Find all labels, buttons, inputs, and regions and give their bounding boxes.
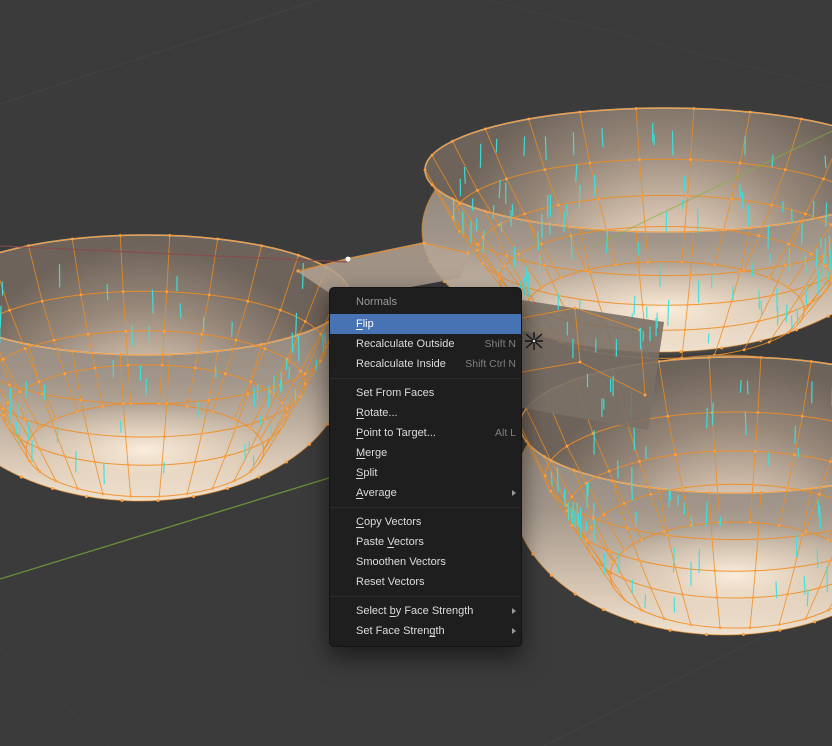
- menu-item-merge[interactable]: Merge: [330, 443, 521, 463]
- menu-item-shortcut: Alt L: [495, 427, 516, 439]
- menu-item-label: Point to Target...: [356, 427, 487, 439]
- submenu-arrow-icon: [512, 608, 516, 614]
- menu-item-split[interactable]: Split: [330, 463, 521, 483]
- menu-separator: [330, 378, 521, 379]
- menu-item-point-to-target[interactable]: Point to Target... Alt L: [330, 423, 521, 443]
- menu-item-label: Average: [356, 487, 504, 499]
- menu-item-recalculate-outside[interactable]: Recalculate Outside Shift N: [330, 334, 521, 354]
- menu-item-average[interactable]: Average: [330, 483, 521, 503]
- menu-item-reset-vectors[interactable]: Reset Vectors: [330, 572, 521, 592]
- menu-item-label: Set Face Strength: [356, 625, 504, 637]
- menu-item-rotate[interactable]: Rotate...: [330, 403, 521, 423]
- menu-item-recalculate-inside[interactable]: Recalculate Inside Shift Ctrl N: [330, 354, 521, 374]
- menu-item-label: Copy Vectors: [356, 516, 516, 528]
- menu-item-label: Recalculate Inside: [356, 358, 457, 370]
- submenu-arrow-icon: [512, 628, 516, 634]
- menu-item-paste-vectors[interactable]: Paste Vectors: [330, 532, 521, 552]
- menu-item-label: Select by Face Strength: [356, 605, 504, 617]
- menu-item-label: Flip: [356, 318, 516, 330]
- active-vertex: [346, 257, 351, 262]
- menu-item-flip[interactable]: Flip: [330, 314, 521, 334]
- pivot-marker: [525, 332, 543, 350]
- mesh-bowl: [0, 234, 351, 502]
- menu-item-smoothen-vectors[interactable]: Smoothen Vectors: [330, 552, 521, 572]
- menu-item-list: FlipRecalculate OutsideShift NRecalculat…: [330, 314, 521, 641]
- menu-item-label: Smoothen Vectors: [356, 556, 516, 568]
- 3d-viewport[interactable]: Normals FlipRecalculate OutsideShift NRe…: [0, 0, 832, 746]
- menu-item-select-by-face-strength[interactable]: Select by Face Strength: [330, 601, 521, 621]
- menu-item-label: Set From Faces: [356, 387, 516, 399]
- menu-separator: [330, 596, 521, 597]
- menu-item-label: Reset Vectors: [356, 576, 516, 588]
- menu-item-copy-vectors[interactable]: Copy Vectors: [330, 512, 521, 532]
- menu-item-label: Paste Vectors: [356, 536, 516, 548]
- menu-item-shortcut: Shift Ctrl N: [465, 358, 516, 370]
- menu-separator: [330, 507, 521, 508]
- menu-item-label: Rotate...: [356, 407, 516, 419]
- menu-item-label: Split: [356, 467, 516, 479]
- normals-context-menu: Normals FlipRecalculate OutsideShift NRe…: [329, 287, 522, 647]
- menu-item-label: Recalculate Outside: [356, 338, 476, 350]
- menu-item-set-face-strength[interactable]: Set Face Strength: [330, 621, 521, 641]
- menu-item-shortcut: Shift N: [484, 338, 516, 350]
- menu-item-set-from-faces[interactable]: Set From Faces: [330, 383, 521, 403]
- menu-item-label: Merge: [356, 447, 516, 459]
- menu-title: Normals: [330, 288, 521, 314]
- submenu-arrow-icon: [512, 490, 516, 496]
